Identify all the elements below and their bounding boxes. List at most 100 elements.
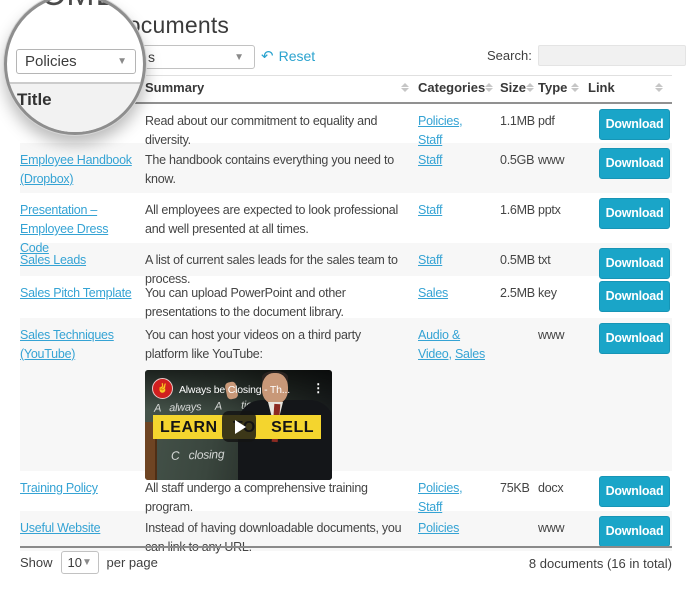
summary-cell: You can upload PowerPoint and other pres…	[145, 276, 418, 322]
column-header-size[interactable]: Size	[500, 79, 538, 102]
category-link[interactable]: Staff	[418, 203, 442, 217]
chalkboard-text: C closing	[171, 445, 225, 466]
download-button[interactable]: Download	[599, 248, 670, 279]
search-input[interactable]	[538, 45, 686, 66]
sort-icon	[655, 83, 663, 92]
category-link[interactable]: Policies	[418, 114, 459, 128]
table-row: Sales Techniques (YouTube) You can host y…	[20, 318, 672, 471]
summary-cell: The handbook contains everything you nee…	[145, 143, 418, 193]
show-label: Show	[20, 555, 53, 570]
type-cell: key	[538, 276, 588, 322]
size-cell	[500, 511, 538, 557]
sort-icon	[485, 83, 493, 92]
summary-text: Instead of having downloadable documents…	[145, 521, 401, 554]
download-button[interactable]: Download	[599, 198, 670, 229]
site-logo-text: ACME Ltd	[17, 0, 146, 14]
magnified-title-column-header: Title	[17, 90, 52, 110]
sort-icon	[571, 83, 579, 92]
search-label: Search:	[487, 48, 532, 63]
play-icon	[235, 420, 246, 434]
summary-cell: Instead of having downloadable documents…	[145, 511, 418, 557]
video-title: Always be Closing - Th...	[179, 381, 290, 400]
download-button[interactable]: Download	[599, 281, 670, 312]
size-cell: 2.5MB	[500, 276, 538, 322]
download-button[interactable]: Download	[599, 148, 670, 179]
youtube-video-embed[interactable]: A always A tionLEARNTOSELLC closing✌Alwa…	[145, 370, 332, 480]
magnifier-circle: ACME Ltd Policies ▼ Title	[4, 0, 146, 135]
table-body: Read about our commitment to equality an…	[20, 104, 672, 551]
chevron-down-icon: ▼	[117, 56, 127, 67]
column-header-summary[interactable]: Summary	[145, 79, 418, 102]
download-button[interactable]: Download	[599, 476, 670, 507]
column-header-categories[interactable]: Categories	[418, 79, 500, 102]
summary-text: The handbook contains everything you nee…	[145, 153, 394, 186]
magnified-table-header: Title	[7, 82, 143, 134]
reset-filters-link[interactable]: ↶ Reset	[261, 48, 315, 64]
sort-icon	[401, 83, 409, 92]
summary-cell: You can host your videos on a third part…	[145, 318, 418, 480]
categories-cell: Policies	[418, 511, 500, 557]
summary-text: All staff undergo a comprehensive traini…	[145, 481, 368, 514]
documents-table: Title Summary Categories Size Type Link	[20, 75, 672, 551]
channel-avatar[interactable]: ✌	[152, 378, 173, 399]
pagination-controls: Show 10 ▼ per page	[20, 551, 158, 574]
table-row: Useful Website Instead of having download…	[20, 511, 672, 551]
play-button[interactable]	[222, 411, 256, 442]
sort-icon	[526, 83, 534, 92]
link-cell: Download	[588, 318, 672, 480]
table-row: Sales Pitch Template You can upload Power…	[20, 276, 672, 318]
category-link[interactable]: Staff	[418, 253, 442, 267]
download-button[interactable]: Download	[599, 516, 670, 547]
summary-text: All employees are expected to look profe…	[145, 203, 398, 236]
type-cell: www	[538, 143, 588, 193]
title-cell: Sales Techniques (YouTube)	[20, 318, 145, 480]
category-filter-dropdown[interactable]: Policies ▼	[16, 49, 136, 74]
category-link[interactable]: Staff	[418, 153, 442, 167]
per-page-dropdown[interactable]: 10 ▼	[61, 551, 99, 574]
download-button[interactable]: Download	[599, 323, 670, 354]
category-separator: ,	[459, 481, 462, 495]
table-row: Training Policy All staff undergo a compr…	[20, 471, 672, 511]
category-filter-value: Policies	[25, 53, 77, 70]
table-row: Employee Handbook (Dropbox) The handbook …	[20, 143, 672, 193]
summary-text: You can host your videos on a third part…	[145, 328, 361, 361]
chevron-down-icon: ▼	[234, 52, 244, 63]
link-cell: Download	[588, 276, 672, 322]
categories-cell: Staff	[418, 143, 500, 193]
documents-count: 8 documents (16 in total)	[529, 556, 672, 571]
video-menu-icon[interactable]: ⋮	[312, 379, 324, 398]
table-bottom-border	[20, 546, 672, 548]
doc-title-link[interactable]: Useful Website	[20, 519, 133, 538]
size-cell: 0.5GB	[500, 143, 538, 193]
column-header-type[interactable]: Type	[538, 79, 588, 102]
chevron-down-icon: ▼	[82, 557, 92, 568]
per-page-suffix: per page	[107, 555, 158, 570]
category-link[interactable]: Sales	[418, 286, 448, 300]
doc-title-link[interactable]: Training Policy	[20, 479, 133, 498]
category-link[interactable]: Policies	[418, 521, 459, 535]
reset-label: Reset	[279, 48, 316, 64]
table-row: Presentation – Employee Dress CodeAll em…	[20, 193, 672, 243]
doc-title-link[interactable]: Employee Handbook (Dropbox)	[20, 151, 133, 189]
title-cell: Employee Handbook (Dropbox)	[20, 143, 145, 193]
download-button[interactable]: Download	[599, 109, 670, 140]
doc-title-link[interactable]: Sales Leads	[20, 251, 133, 270]
table-row: Sales LeadsA list of current sales leads…	[20, 243, 672, 276]
column-header-link[interactable]: Link	[588, 79, 672, 102]
category-separator: ,	[459, 114, 462, 128]
size-cell	[500, 318, 538, 480]
categories-cell: Audio & Video, Sales	[418, 318, 500, 480]
search-area: Search:	[487, 45, 686, 66]
category-link[interactable]: Policies	[418, 481, 459, 495]
document-library-page: Documents s ▼ ↶ Reset Search: Title Summ…	[0, 0, 700, 589]
undo-icon: ↶	[261, 49, 274, 64]
doc-title-link[interactable]: Sales Techniques (YouTube)	[20, 326, 133, 364]
per-page-value: 10	[68, 555, 82, 570]
type-cell: www	[538, 511, 588, 557]
link-cell: Download	[588, 511, 672, 557]
categories-cell: Sales	[418, 276, 500, 322]
link-cell: Download	[588, 143, 672, 193]
summary-text: You can upload PowerPoint and other pres…	[145, 286, 346, 319]
category-link[interactable]: Sales	[455, 347, 485, 361]
doc-title-link[interactable]: Sales Pitch Template	[20, 284, 133, 303]
